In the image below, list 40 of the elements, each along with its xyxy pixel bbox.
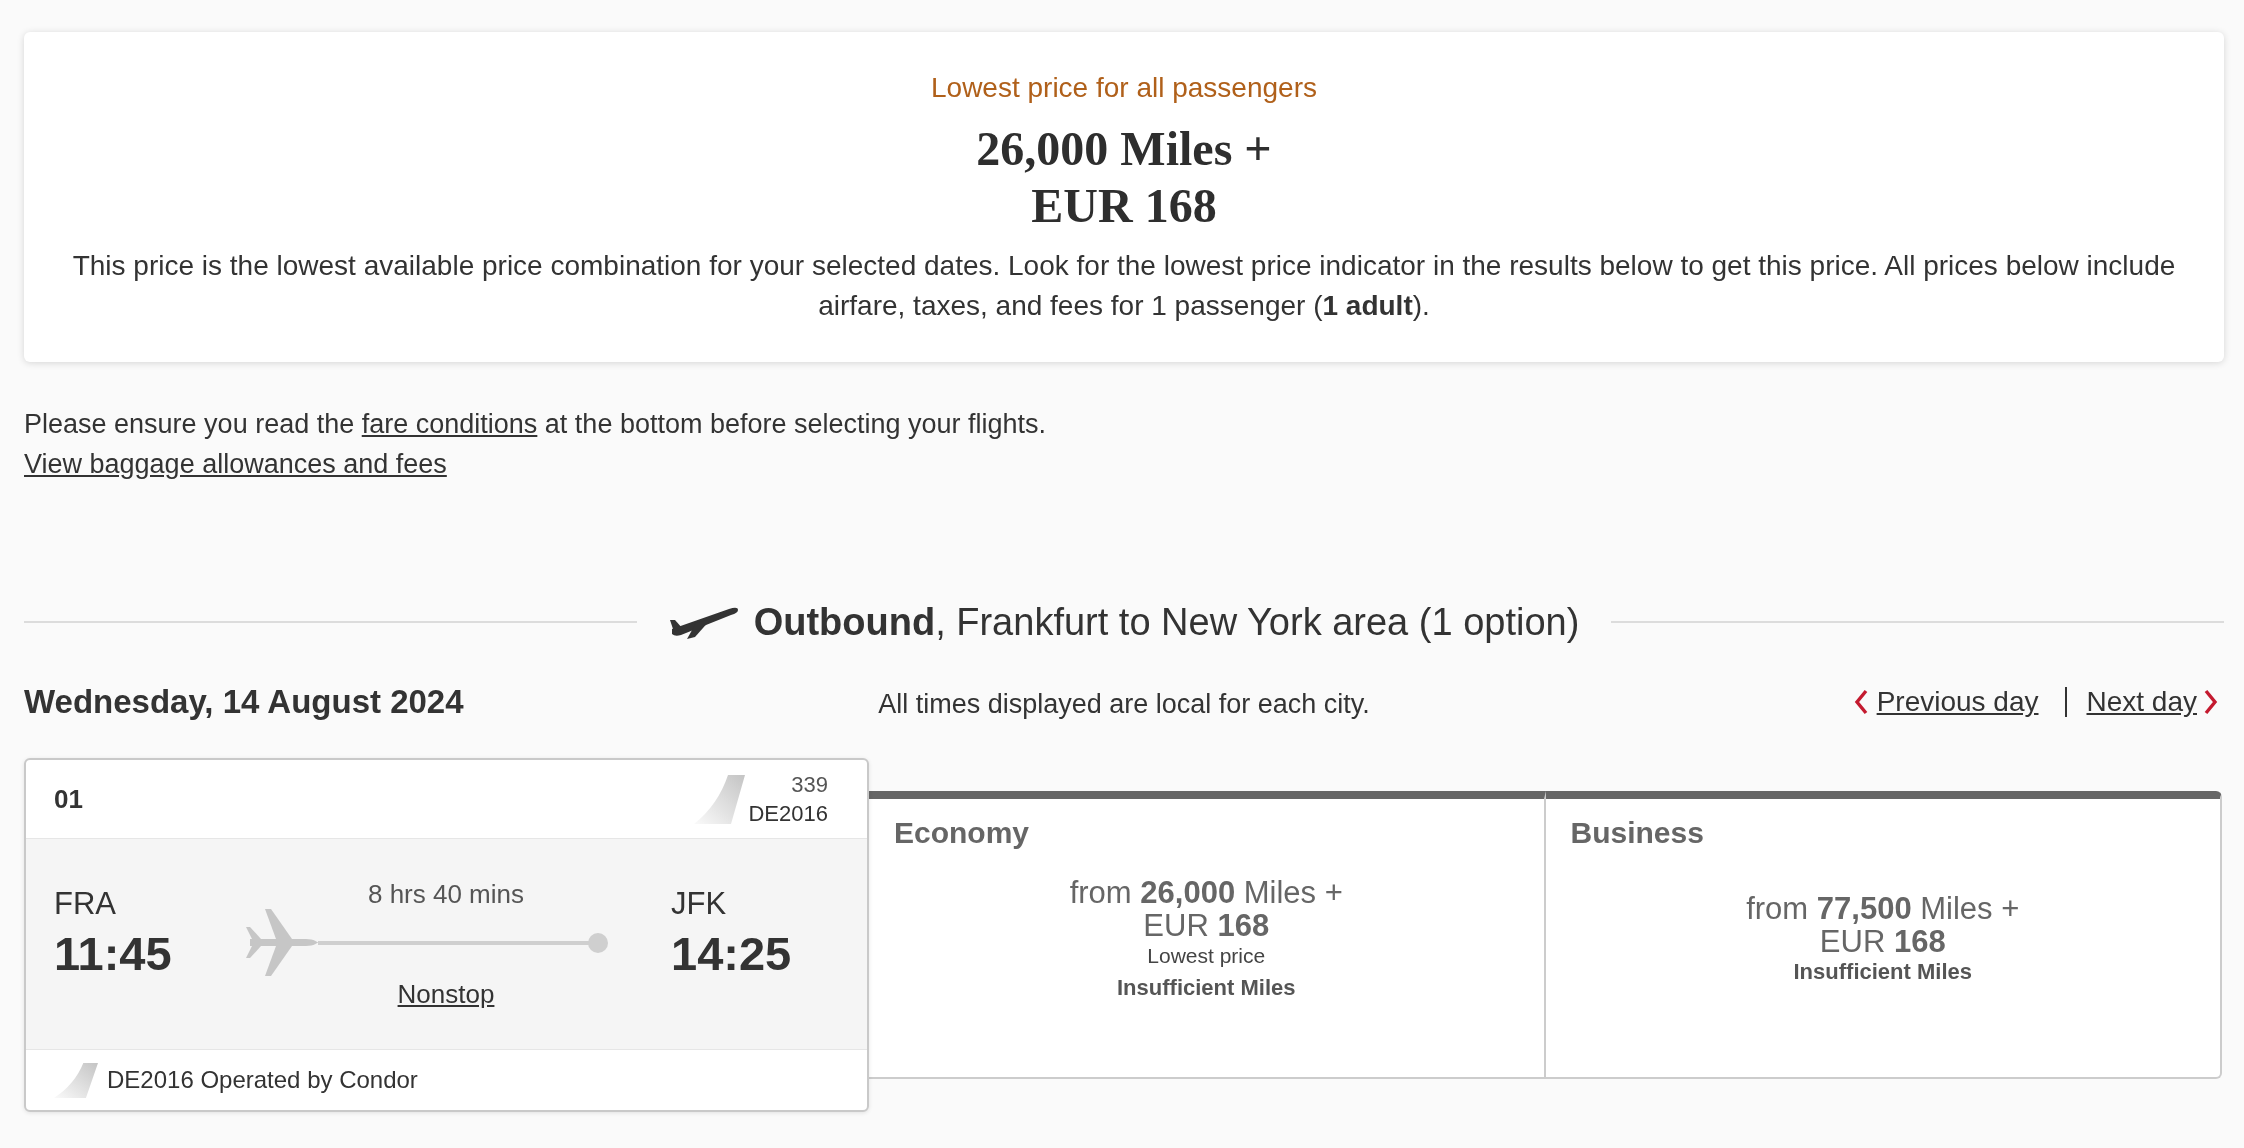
- next-day-link[interactable]: Next day: [2086, 686, 2218, 718]
- fare-price-line: EUR 168: [1143, 909, 1270, 942]
- fare-option[interactable]: Economy from 26,000 Miles + EUR 168 Lowest price Insufficient Miles: [869, 791, 1546, 1079]
- arrival-time: 14:25: [671, 926, 792, 982]
- price-heading: Lowest price for all passengers: [930, 71, 1318, 105]
- airplane-icon: [246, 909, 318, 976]
- lowest-price-label: Lowest price: [1147, 943, 1266, 969]
- departure-time: 11:45: [54, 926, 172, 982]
- section-heading: Outbound, Frankfurt to New York area (1 option): [753, 600, 1580, 645]
- price-description: This price is the lowest available price combination for your selected dates. Look for the lowest price indicator in the results below to get this price. All prices below include airfare, taxes, and fees for 1 passenger (1 adult).: [71, 249, 2177, 323]
- chevron-right-icon: [2204, 689, 2218, 715]
- flight-card[interactable]: 01 339 DE2016 FRA 11:45 8 hrs 40 mins Nonstop JFK 14:25 DE2016 Operated by Condor: [24, 758, 869, 1112]
- miles-status: Insufficient Miles: [1793, 958, 1972, 986]
- origin-airport-code: FRA: [54, 886, 116, 922]
- cabin-name: Economy: [893, 815, 1031, 851]
- flight-number: DE2016: [748, 800, 828, 828]
- fare-option[interactable]: Business from 77,500 Miles + EUR 168 Insufficient Miles: [1545, 791, 2222, 1079]
- tail-fin-icon: [694, 774, 746, 824]
- flight-date: Wednesday, 14 August 2024: [24, 683, 465, 721]
- times-note: All times displayed are local for each city.: [878, 687, 1370, 720]
- miles-status: Insufficient Miles: [1117, 974, 1296, 1002]
- operator-text: DE2016 Operated by Condor: [107, 1066, 418, 1094]
- fare-price-line: EUR 168: [1819, 925, 1946, 958]
- airplane-icon: [668, 605, 739, 639]
- baggage-link[interactable]: View baggage allowances and fees: [24, 449, 447, 479]
- notice-text: Please ensure you read the fare conditions at the bottom before selecting your flights.: [24, 408, 1048, 441]
- fare-price-line: from 77,500 Miles +: [1746, 892, 2020, 925]
- nonstop-link[interactable]: Nonstop: [397, 979, 495, 1009]
- fare-conditions-link[interactable]: fare conditions: [361, 409, 538, 439]
- cabin-name: Business: [1569, 815, 1705, 851]
- total-price-line: EUR 168: [1030, 178, 1218, 234]
- tail-fin-icon: [54, 1062, 98, 1098]
- aircraft-type: 339: [791, 771, 828, 799]
- destination-airport-code: JFK: [671, 886, 727, 922]
- fare-price-line: from 26,000 Miles +: [1069, 876, 1343, 909]
- option-number: 01: [54, 783, 83, 815]
- chevron-left-icon: [1853, 689, 1868, 715]
- total-price-line: 26,000 Miles +: [975, 121, 1273, 177]
- flight-duration: 8 hrs 40 mins: [367, 879, 525, 909]
- previous-day-link[interactable]: Previous day: [1853, 686, 2039, 718]
